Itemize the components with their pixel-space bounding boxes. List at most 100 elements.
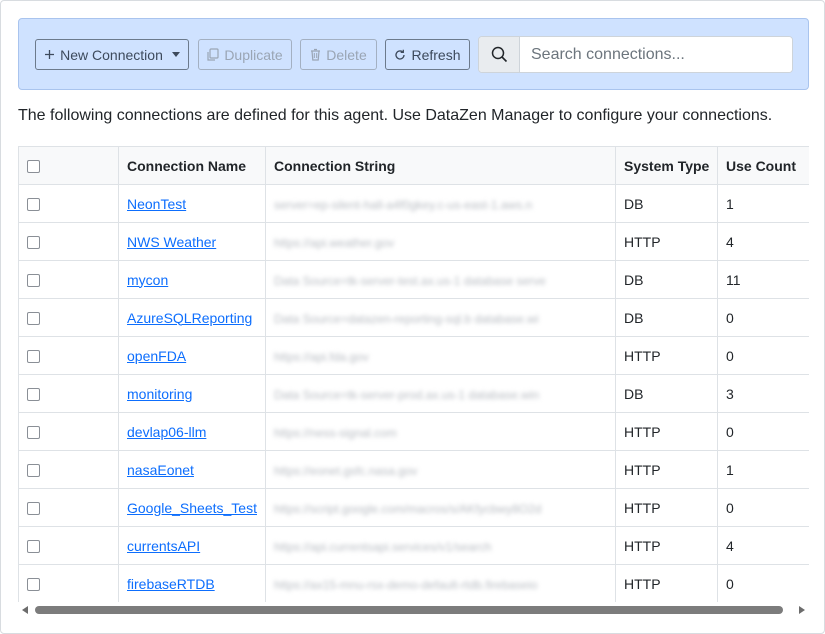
use-count-cell: 0	[717, 488, 809, 527]
table-row[interactable]: monitoring Data Source=tk-server-prod.ax.…	[18, 374, 809, 413]
row-checkbox[interactable]	[27, 198, 40, 212]
connection-string-value: https://api.fda.gov	[274, 349, 369, 364]
connection-string-cell: https://script.google.com/macros/s/AKfyc…	[265, 488, 616, 527]
connection-name-link[interactable]: monitoring	[127, 386, 192, 402]
table-row[interactable]: mycon Data Source=tk-server-test.ax.us-1 …	[18, 260, 809, 299]
column-header-use-count[interactable]: Use Count	[717, 146, 809, 185]
row-select-cell	[18, 298, 119, 337]
connection-string-value: server=ep-silent-hall-a4f0gkey.c-us-east…	[274, 197, 533, 212]
connection-name-link[interactable]: NWS Weather	[127, 234, 216, 250]
connection-string-value: https://eonet.gsfc.nasa.gov	[274, 463, 418, 478]
row-checkbox[interactable]	[27, 312, 40, 326]
system-type-cell: DB	[615, 260, 718, 299]
connection-string-value: Data Source=tk-server-prod.ax.us-1 datab…	[274, 387, 540, 402]
trash-icon	[310, 48, 321, 61]
connection-name-link[interactable]: mycon	[127, 272, 168, 288]
row-select-cell	[18, 564, 119, 602]
search-group	[478, 36, 793, 73]
table-row[interactable]: openFDA https://api.fda.gov HTTP 0	[18, 336, 809, 375]
connection-name-link[interactable]: NeonTest	[127, 196, 186, 212]
refresh-button[interactable]: Refresh	[385, 39, 470, 70]
scrollbar-thumb[interactable]	[35, 606, 783, 614]
connection-name-link[interactable]: AzureSQLReporting	[127, 310, 252, 326]
table-row[interactable]: Google_Sheets_Test https://script.google.…	[18, 488, 809, 527]
connection-string-cell: https://api.fda.gov	[265, 336, 616, 375]
connection-name-link[interactable]: firebaseRTDB	[127, 576, 215, 592]
row-checkbox[interactable]	[27, 426, 40, 440]
column-header-system-type[interactable]: System Type	[615, 146, 718, 185]
new-connection-button[interactable]: New Connection	[35, 39, 189, 70]
description-text: The following connections are defined fo…	[18, 107, 773, 124]
search-input[interactable]	[520, 37, 792, 72]
row-select-cell	[18, 488, 119, 527]
duplicate-button[interactable]: Duplicate	[198, 39, 292, 70]
connection-name-cell: firebaseRTDB	[118, 564, 266, 602]
table-row[interactable]: devlap06-llm https://ness-signal.com HTTP 0	[18, 412, 809, 451]
connection-string-value: https://api.currentsapi.services/v1/sear…	[274, 539, 492, 554]
connection-name-link[interactable]: currentsAPI	[127, 538, 200, 554]
table-row[interactable]: AzureSQLReporting Data Source=datazen-rep…	[18, 298, 809, 337]
use-count-cell: 3	[717, 374, 809, 413]
row-checkbox[interactable]	[27, 578, 40, 592]
delete-button[interactable]: Delete	[300, 39, 377, 70]
connection-name-link[interactable]: Google_Sheets_Test	[127, 500, 257, 516]
use-count-cell: 0	[717, 336, 809, 375]
select-all-cell	[18, 146, 119, 185]
table-row[interactable]: NWS Weather https://api.weather.gov HTTP 4	[18, 222, 809, 261]
copy-icon	[207, 48, 219, 61]
horizontal-scrollbar[interactable]	[18, 603, 809, 617]
connection-string-cell: https://ness-signal.com	[265, 412, 616, 451]
scroll-right-icon[interactable]	[799, 606, 805, 614]
system-type-cell: DB	[615, 184, 718, 223]
system-type-cell: DB	[615, 298, 718, 337]
scroll-left-icon[interactable]	[22, 606, 28, 614]
connection-string-cell: https://api.weather.gov	[265, 222, 616, 261]
use-count-cell: 4	[717, 222, 809, 261]
connection-name-link[interactable]: devlap06-llm	[127, 424, 206, 440]
column-header-connection-string[interactable]: Connection String	[265, 146, 616, 185]
connections-table: Connection Name Connection String System…	[18, 146, 809, 602]
connection-string-cell: https://api.currentsapi.services/v1/sear…	[265, 526, 616, 565]
connection-name-cell: nasaEonet	[118, 450, 266, 489]
connection-name-cell: mycon	[118, 260, 266, 299]
system-type-cell: DB	[615, 374, 718, 413]
search-icon[interactable]	[479, 37, 520, 72]
system-type-cell: HTTP	[615, 564, 718, 602]
select-all-checkbox[interactable]	[27, 160, 40, 174]
connection-string-value: https://ax15-mnu-rsx-demo-default-rtdb.f…	[274, 577, 538, 592]
refresh-label: Refresh	[411, 46, 461, 63]
system-type-cell: HTTP	[615, 488, 718, 527]
connection-name-link[interactable]: openFDA	[127, 348, 186, 364]
connection-name-cell: openFDA	[118, 336, 266, 375]
use-count-cell: 0	[717, 298, 809, 337]
connection-name-link[interactable]: nasaEonet	[127, 462, 194, 478]
refresh-icon	[394, 49, 406, 61]
row-select-cell	[18, 526, 119, 565]
column-header-name[interactable]: Connection Name	[118, 146, 266, 185]
row-checkbox[interactable]	[27, 350, 40, 364]
connections-panel: New Connection Duplicate Delete Refresh	[0, 0, 825, 634]
table-row[interactable]: nasaEonet https://eonet.gsfc.nasa.gov HTTP…	[18, 450, 809, 489]
row-checkbox[interactable]	[27, 502, 40, 516]
row-checkbox[interactable]	[27, 274, 40, 288]
toolbar: New Connection Duplicate Delete Refresh	[18, 18, 809, 90]
connection-name-cell: AzureSQLReporting	[118, 298, 266, 337]
table-row[interactable]: currentsAPI https://api.currentsapi.servi…	[18, 526, 809, 565]
connection-string-cell: server=ep-silent-hall-a4f0gkey.c-us-east…	[265, 184, 616, 223]
use-count-cell: 1	[717, 184, 809, 223]
use-count-cell: 0	[717, 564, 809, 602]
row-checkbox[interactable]	[27, 236, 40, 250]
table-row[interactable]: firebaseRTDB https://ax15-mnu-rsx-demo-de…	[18, 564, 809, 602]
row-checkbox[interactable]	[27, 388, 40, 402]
delete-label: Delete	[326, 46, 367, 63]
row-select-cell	[18, 412, 119, 451]
table-row[interactable]: NeonTest server=ep-silent-hall-a4f0gkey.c…	[18, 184, 809, 223]
row-select-cell	[18, 222, 119, 261]
row-select-cell	[18, 184, 119, 223]
use-count-cell: 0	[717, 412, 809, 451]
row-checkbox[interactable]	[27, 540, 40, 554]
row-checkbox[interactable]	[27, 464, 40, 478]
row-select-cell	[18, 450, 119, 489]
table-header-row: Connection Name Connection String System…	[18, 146, 809, 185]
connection-string-value: https://api.weather.gov	[274, 235, 395, 250]
